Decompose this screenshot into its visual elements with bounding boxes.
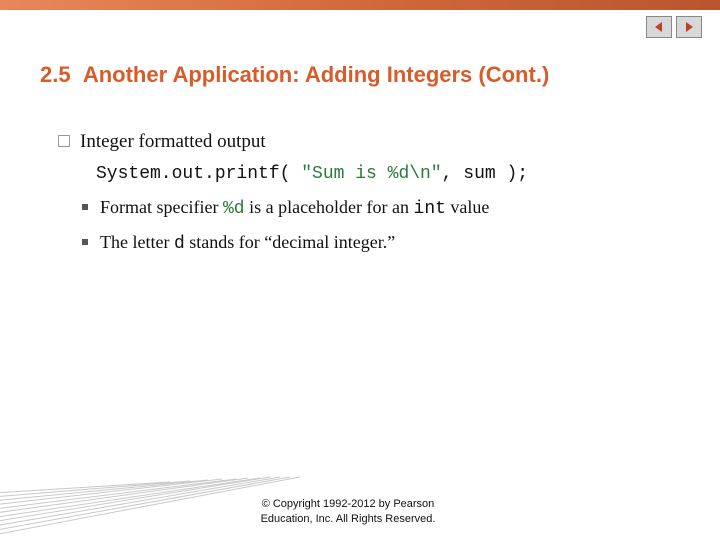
code-post: , sum ); <box>442 164 528 184</box>
sub-bullet-1: Format specifier %d is a placeholder for… <box>58 194 680 223</box>
slide-title: 2.5 Another Application: Adding Integers… <box>40 62 680 88</box>
code-pre: System.out.printf( <box>96 164 301 184</box>
sub2-post: stands for “decimal integer.” <box>185 232 395 252</box>
triangle-right-icon <box>683 21 695 33</box>
bullet-main-text: Integer formatted output <box>80 131 266 152</box>
slide-content: Integer formatted output System.out.prin… <box>58 128 680 264</box>
format-specifier: %d <box>223 199 245 219</box>
code-line: System.out.printf( "Sum is %d\n", sum ); <box>96 161 680 188</box>
sub1-mid: is a placeholder for an <box>245 197 414 217</box>
bullet-main: Integer formatted output <box>58 128 680 157</box>
code-string: "Sum is %d\n" <box>301 164 441 184</box>
sub1-pre: Format specifier <box>100 197 223 217</box>
triangle-left-icon <box>653 21 665 33</box>
letter-d: d <box>174 234 185 254</box>
next-slide-button[interactable] <box>676 16 702 38</box>
title-text: Another Application: Adding Integers (Co… <box>83 62 549 87</box>
int-keyword: int <box>414 199 446 219</box>
section-number: 2.5 <box>40 62 71 87</box>
nav-buttons <box>646 16 702 38</box>
sub2-pre: The letter <box>100 232 174 252</box>
copyright: © Copyright 1992-2012 by Pearson Educati… <box>0 497 696 526</box>
sub-bullet-2: The letter d stands for “decimal integer… <box>58 229 680 258</box>
prev-slide-button[interactable] <box>646 16 672 38</box>
copyright-line-2: Education, Inc. All Rights Reserved. <box>0 512 696 526</box>
copyright-line-1: © Copyright 1992-2012 by Pearson <box>0 497 696 511</box>
sub1-post: value <box>446 197 489 217</box>
top-accent-bar <box>0 0 720 10</box>
